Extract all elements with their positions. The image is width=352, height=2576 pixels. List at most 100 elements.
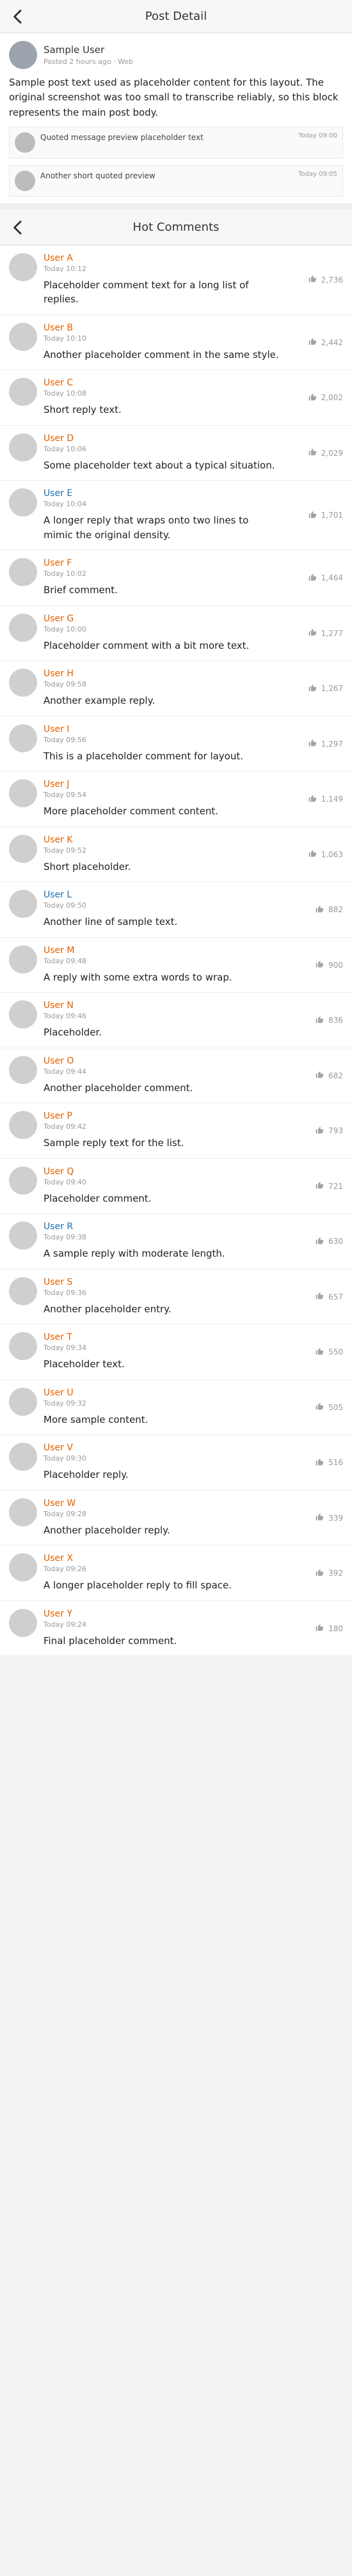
avatar[interactable]: [9, 1111, 37, 1140]
comment-row[interactable]: User D Today 10:06 Some placeholder text a…: [0, 426, 352, 481]
comment-author[interactable]: User K: [44, 835, 279, 845]
comment-author[interactable]: User Y: [44, 1609, 279, 1619]
comment-author[interactable]: User X: [44, 1553, 279, 1563]
comment-author[interactable]: User V: [44, 1443, 279, 1453]
avatar[interactable]: [9, 1276, 37, 1305]
comment-row[interactable]: User H Today 09:58 Another example reply. 1…: [0, 661, 352, 717]
comment-row[interactable]: User S Today 09:36 Another placeholder ent…: [0, 1269, 352, 1325]
avatar[interactable]: [9, 669, 37, 697]
like-button[interactable]: 550: [285, 1332, 343, 1372]
like-button[interactable]: 180: [285, 1609, 343, 1649]
comment-author[interactable]: User J: [44, 779, 279, 789]
like-button[interactable]: 630: [285, 1222, 343, 1261]
comment-author[interactable]: User A: [44, 253, 279, 263]
avatar[interactable]: [9, 1608, 37, 1637]
avatar[interactable]: [9, 488, 37, 517]
like-button[interactable]: 392: [285, 1553, 343, 1593]
avatar[interactable]: [9, 724, 37, 752]
like-button[interactable]: 657: [285, 1277, 343, 1317]
avatar[interactable]: [9, 1387, 37, 1416]
comment-row[interactable]: User P Today 09:42 Sample reply text for t…: [0, 1103, 352, 1159]
avatar[interactable]: [9, 1553, 37, 1582]
comment-author[interactable]: User O: [44, 1056, 279, 1066]
avatar[interactable]: [9, 1055, 37, 1084]
like-button[interactable]: 1,149: [285, 779, 343, 819]
comment-author[interactable]: User T: [44, 1332, 279, 1342]
like-button[interactable]: 836: [285, 1000, 343, 1040]
comment-row[interactable]: User V Today 09:30 Placeholder reply. 516: [0, 1435, 352, 1491]
avatar[interactable]: [9, 1332, 37, 1361]
comment-author[interactable]: User D: [44, 433, 279, 444]
back-icon[interactable]: [8, 217, 28, 238]
comment-row[interactable]: User C Today 10:08 Short reply text. 2,002: [0, 370, 352, 426]
like-button[interactable]: 2,442: [285, 323, 343, 362]
avatar[interactable]: [9, 1000, 37, 1029]
avatar[interactable]: [9, 779, 37, 808]
quoted-preview[interactable]: Quoted message preview placeholder text …: [9, 126, 343, 159]
avatar[interactable]: [9, 378, 37, 407]
comment-row[interactable]: User K Today 09:52 Short placeholder. 1,063: [0, 827, 352, 883]
quoted-preview[interactable]: Another short quoted preview Today 09:05: [9, 164, 343, 197]
avatar[interactable]: [9, 1443, 37, 1471]
like-button[interactable]: 1,464: [285, 558, 343, 598]
comment-row[interactable]: User T Today 09:34 Placeholder text. 550: [0, 1324, 352, 1380]
like-button[interactable]: 2,029: [285, 433, 343, 473]
comment-author[interactable]: User E: [44, 488, 279, 499]
comment-author[interactable]: User G: [44, 614, 279, 624]
avatar[interactable]: [9, 252, 37, 281]
avatar[interactable]: [9, 433, 37, 462]
comment-row[interactable]: User M Today 09:48 A reply with some extra…: [0, 938, 352, 993]
comment-author[interactable]: User M: [44, 945, 279, 956]
like-button[interactable]: 882: [285, 890, 343, 929]
like-button[interactable]: 1,701: [285, 488, 343, 542]
post-author[interactable]: Sample User: [44, 44, 133, 56]
back-icon[interactable]: [8, 6, 28, 27]
comment-author[interactable]: User U: [44, 1388, 279, 1398]
like-button[interactable]: 721: [285, 1167, 343, 1206]
like-button[interactable]: 2,736: [285, 253, 343, 307]
avatar[interactable]: [9, 1222, 37, 1250]
comment-author[interactable]: User H: [44, 669, 279, 679]
comment-row[interactable]: User O Today 09:44 Another placeholder com…: [0, 1048, 352, 1104]
comment-row[interactable]: User F Today 10:02 Brief comment. 1,464: [0, 550, 352, 606]
avatar[interactable]: [9, 1166, 37, 1195]
comment-author[interactable]: User F: [44, 558, 279, 568]
comment-author[interactable]: User S: [44, 1277, 279, 1287]
comment-row[interactable]: User Y Today 09:24 Final placeholder comme…: [0, 1601, 352, 1657]
like-button[interactable]: 1,277: [285, 614, 343, 653]
like-button[interactable]: 900: [285, 945, 343, 985]
comment-author[interactable]: User N: [44, 1000, 279, 1011]
comment-author[interactable]: User R: [44, 1222, 279, 1232]
avatar[interactable]: [9, 945, 37, 974]
comment-row[interactable]: User B Today 10:10 Another placeholder com…: [0, 315, 352, 371]
avatar[interactable]: [9, 613, 37, 642]
comment-row[interactable]: User X Today 09:26 A longer placeholder re…: [0, 1546, 352, 1601]
avatar[interactable]: [9, 41, 37, 69]
comment-row[interactable]: User I Today 09:56 This is a placeholder c…: [0, 717, 352, 772]
comment-author[interactable]: User Q: [44, 1167, 279, 1177]
comment-author[interactable]: User W: [44, 1498, 279, 1509]
like-button[interactable]: 1,063: [285, 835, 343, 874]
comment-row[interactable]: User E Today 10:04 A longer reply that wra…: [0, 481, 352, 551]
avatar[interactable]: [9, 558, 37, 587]
like-button[interactable]: 1,297: [285, 724, 343, 764]
avatar[interactable]: [9, 834, 37, 863]
like-button[interactable]: 339: [285, 1498, 343, 1538]
comment-row[interactable]: User L Today 09:50 Another line of sample …: [0, 882, 352, 938]
like-button[interactable]: 2,002: [285, 378, 343, 417]
like-button[interactable]: 793: [285, 1111, 343, 1151]
comment-row[interactable]: User N Today 09:46 Placeholder. 836: [0, 993, 352, 1048]
avatar[interactable]: [9, 890, 37, 919]
comment-row[interactable]: User A Today 10:12 Placeholder comment tex…: [0, 245, 352, 315]
comment-author[interactable]: User B: [44, 323, 279, 333]
comment-author[interactable]: User C: [44, 378, 279, 388]
like-button[interactable]: 1,267: [285, 669, 343, 708]
comment-row[interactable]: User R Today 09:38 A sample reply with mod…: [0, 1214, 352, 1269]
comment-row[interactable]: User U Today 09:32 More sample content. 505: [0, 1380, 352, 1436]
avatar[interactable]: [9, 1498, 37, 1526]
comment-row[interactable]: User Q Today 09:40 Placeholder comment. 721: [0, 1159, 352, 1214]
comment-author[interactable]: User P: [44, 1111, 279, 1121]
comment-author[interactable]: User L: [44, 890, 279, 900]
comment-author[interactable]: User I: [44, 724, 279, 734]
comment-row[interactable]: User J Today 09:54 More placeholder commen…: [0, 772, 352, 827]
